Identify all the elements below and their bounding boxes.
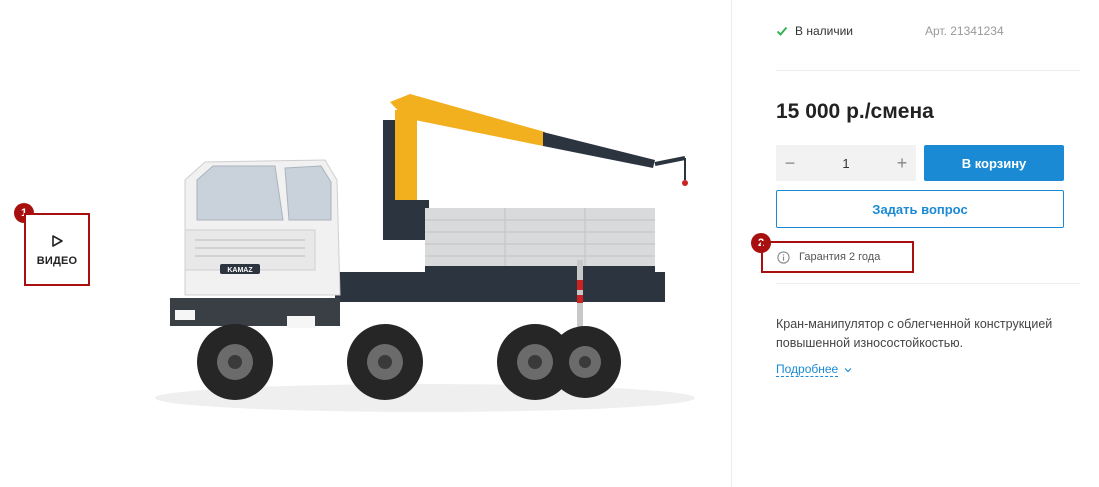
info-icon — [777, 250, 790, 264]
ask-question-button[interactable]: Задать вопрос — [776, 190, 1064, 228]
product-gallery: KAMAZ 1 ВИДЕО — [0, 0, 731, 487]
warranty-label: Гарантия 2 года — [799, 251, 881, 263]
check-icon — [776, 26, 788, 36]
more-link[interactable]: Подробнее — [776, 362, 852, 377]
more-link-label[interactable]: Подробнее — [776, 362, 839, 377]
quantity-stepper: − 1 + — [776, 145, 916, 181]
divider — [776, 70, 1080, 71]
product-image: KAMAZ — [155, 94, 695, 412]
video-button[interactable]: ВИДЕО — [24, 213, 90, 286]
warranty-info: Гарантия 2 года — [761, 241, 914, 273]
chevron-down-icon — [844, 367, 852, 372]
product-description: Кран-манипулятор с облегченной конструкц… — [776, 317, 1053, 350]
column-divider — [731, 0, 732, 487]
quantity-decrease-button[interactable]: − — [776, 145, 804, 181]
video-label: ВИДЕО — [36, 255, 78, 267]
quantity-value[interactable]: 1 — [804, 156, 888, 171]
play-icon — [52, 235, 63, 247]
product-price: 15 000 р./смена — [776, 100, 934, 123]
stock-status-label: В наличии — [795, 24, 854, 38]
add-to-cart-button[interactable]: В корзину — [924, 145, 1064, 181]
truck-brand-label: KAMAZ — [227, 267, 253, 274]
divider — [776, 283, 1080, 284]
stock-status: В наличии — [776, 24, 853, 38]
quantity-increase-button[interactable]: + — [888, 145, 916, 181]
article-number: Арт. 21341234 — [925, 24, 1004, 38]
